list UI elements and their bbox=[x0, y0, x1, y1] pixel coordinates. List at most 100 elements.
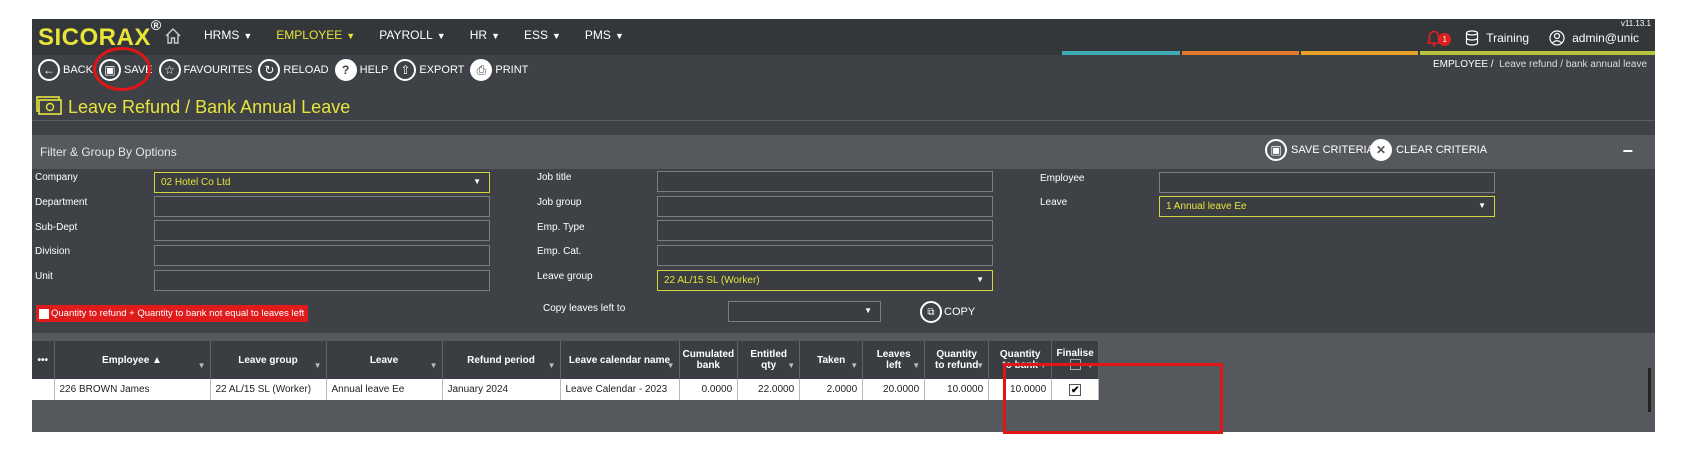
save-highlight-annotation bbox=[93, 47, 151, 91]
department-input[interactable] bbox=[154, 196, 490, 217]
database-selector[interactable]: Training bbox=[1465, 30, 1529, 46]
validation-warning: Quantity to refund + Quantity to bank no… bbox=[36, 305, 309, 322]
quantity-highlight-annotation bbox=[1003, 363, 1223, 434]
favourites-button[interactable]: ☆ FAVOURITES bbox=[158, 59, 252, 81]
home-icon[interactable] bbox=[163, 26, 183, 46]
arrow-left-icon: ← bbox=[38, 59, 60, 81]
column-refund-period[interactable]: Refund period ▼ bbox=[442, 341, 561, 379]
notification-badge: 1 bbox=[1438, 33, 1452, 46]
column-leave-group[interactable]: Leave group ▼ bbox=[210, 341, 327, 379]
color-stripe bbox=[1182, 51, 1299, 55]
back-button[interactable]: ← BACK bbox=[38, 59, 93, 81]
filter-header: Filter & Group By Options ▣ SAVE CRITERIA… bbox=[32, 135, 1655, 169]
filter-icon[interactable]: ▼ bbox=[548, 361, 556, 370]
cell-leave-group: 22 AL/15 SL (Worker) bbox=[210, 379, 327, 400]
caret-down-icon: ▼ bbox=[346, 31, 356, 41]
filter-icon[interactable]: ▼ bbox=[850, 361, 858, 370]
filter-icon[interactable]: ▼ bbox=[787, 361, 795, 370]
filter-icon[interactable]: ▼ bbox=[976, 361, 984, 370]
user-menu[interactable]: admin@unic bbox=[1549, 30, 1639, 46]
row-selector[interactable] bbox=[32, 379, 55, 400]
money-icon bbox=[36, 96, 62, 115]
color-stripe bbox=[1301, 51, 1418, 55]
filter-icon[interactable]: ▼ bbox=[198, 361, 206, 370]
label-job-title: Job title bbox=[537, 172, 572, 183]
job-group-input[interactable] bbox=[657, 196, 993, 217]
menu-payroll[interactable]: PAYROLL ▼ bbox=[379, 28, 446, 42]
leave-select[interactable]: 1 Annual leave Ee ▼ bbox=[1159, 196, 1495, 217]
notifications-button[interactable]: 1 bbox=[1423, 27, 1452, 49]
cell-leaves-left: 20.0000 bbox=[862, 379, 926, 400]
print-button[interactable]: ⎙ PRINT bbox=[470, 59, 528, 81]
dropdown-arrow-icon: ▼ bbox=[976, 275, 984, 284]
copy-button[interactable]: ⧉ COPY bbox=[920, 301, 975, 323]
star-icon: ☆ bbox=[158, 59, 181, 81]
export-button[interactable]: ⇧ EXPORT bbox=[394, 59, 464, 81]
label-subdept: Sub-Dept bbox=[35, 222, 78, 233]
caret-down-icon: ▼ bbox=[436, 31, 446, 41]
warning-checkbox[interactable] bbox=[39, 308, 49, 319]
column-qty-refund[interactable]: Quantity to refund ▼ bbox=[924, 341, 990, 379]
employee-input[interactable] bbox=[1159, 172, 1495, 193]
print-icon: ⎙ bbox=[470, 59, 493, 81]
label-copy-leaves: Copy leaves left to bbox=[543, 303, 626, 314]
cell-entitled-qty: 22.0000 bbox=[737, 379, 801, 400]
column-leave[interactable]: Leave ▼ bbox=[326, 341, 443, 379]
label-emp-type: Emp. Type bbox=[537, 222, 585, 233]
unit-input[interactable] bbox=[154, 270, 490, 291]
clear-criteria-button[interactable]: ✕ CLEAR CRITERIA bbox=[1370, 139, 1487, 161]
breadcrumb-root[interactable]: EMPLOYEE / bbox=[1433, 59, 1494, 70]
emp-type-input[interactable] bbox=[657, 220, 993, 241]
cell-qty-refund[interactable]: 10.0000 bbox=[924, 379, 990, 400]
subdept-input[interactable] bbox=[154, 220, 490, 241]
label-department: Department bbox=[35, 197, 88, 208]
grid-menu-button[interactable]: ••• bbox=[32, 341, 55, 379]
app-logo[interactable]: SICORAX® bbox=[38, 19, 162, 52]
main-menu: HRMS ▼ EMPLOYEE ▼ PAYROLL ▼ HR ▼ ESS ▼ PMS ▼ bbox=[204, 28, 648, 42]
column-employee[interactable]: Employee ▲ ▼ bbox=[54, 341, 211, 379]
caret-down-icon: ▼ bbox=[552, 31, 561, 41]
reload-button[interactable]: ↻ RELOAD bbox=[258, 59, 329, 81]
division-input[interactable] bbox=[154, 245, 490, 266]
app-window: SICORAX® HRMS ▼ EMPLOYEE ▼ PAYROLL ▼ HR ▼ ES… bbox=[32, 19, 1655, 432]
caret-down-icon: ▼ bbox=[491, 31, 500, 41]
column-cumulated-bank[interactable]: Cumulated bank bbox=[679, 341, 739, 379]
table-row[interactable]: 226 BROWN James 22 AL/15 SL (Worker) Ann… bbox=[32, 379, 1100, 400]
menu-hrms[interactable]: HRMS ▼ bbox=[204, 28, 252, 42]
cell-cumulated-bank: 0.0000 bbox=[679, 379, 739, 400]
filter-icon[interactable]: ▼ bbox=[430, 361, 438, 370]
filter-icon[interactable]: ▼ bbox=[314, 361, 322, 370]
filter-icon[interactable]: ▼ bbox=[912, 361, 920, 370]
label-job-group: Job group bbox=[537, 197, 582, 208]
column-taken[interactable]: Taken ▼ bbox=[799, 341, 864, 379]
save-icon: ▣ bbox=[1265, 139, 1287, 161]
company-select[interactable]: 02 Hotel Co Ltd ▼ bbox=[154, 172, 490, 193]
cell-taken: 2.0000 bbox=[799, 379, 864, 400]
leave-group-select[interactable]: 22 AL/15 SL (Worker) ▼ bbox=[657, 270, 993, 291]
label-leave: Leave bbox=[1040, 197, 1068, 208]
filter-icon[interactable]: ▼ bbox=[667, 361, 675, 370]
cell-employee: 226 BROWN James bbox=[54, 379, 211, 400]
menu-hr[interactable]: HR ▼ bbox=[470, 28, 500, 42]
cell-leave-calendar: Leave Calendar - 2023 bbox=[560, 379, 680, 400]
copy-leaves-select[interactable]: ▼ bbox=[728, 301, 881, 322]
column-leaves-left[interactable]: Leaves left ▼ bbox=[862, 341, 926, 379]
divider bbox=[32, 120, 1655, 121]
database-icon bbox=[1466, 30, 1479, 46]
top-right-tools: 1 Training admin@unic bbox=[1423, 23, 1645, 53]
color-stripe bbox=[1062, 51, 1180, 55]
caret-down-icon: ▼ bbox=[614, 31, 624, 41]
menu-pms[interactable]: PMS ▼ bbox=[585, 28, 624, 42]
emp-cat-input[interactable] bbox=[657, 245, 993, 266]
page-title: Leave Refund / Bank Annual Leave bbox=[68, 97, 351, 117]
collapse-button[interactable]: − bbox=[1622, 141, 1633, 162]
save-criteria-button[interactable]: ▣ SAVE CRITERIA bbox=[1265, 139, 1374, 161]
grid-scrollbar[interactable] bbox=[1648, 368, 1651, 412]
top-navigation-bar: SICORAX® HRMS ▼ EMPLOYEE ▼ PAYROLL ▼ HR ▼ ES… bbox=[32, 19, 1655, 55]
menu-employee[interactable]: EMPLOYEE ▼ bbox=[276, 28, 355, 42]
help-button[interactable]: ? HELP bbox=[334, 59, 388, 81]
column-entitled-qty[interactable]: Entitled qty ▼ bbox=[737, 341, 801, 379]
job-title-input[interactable] bbox=[657, 171, 993, 192]
menu-ess[interactable]: ESS ▼ bbox=[524, 28, 561, 42]
column-leave-calendar[interactable]: Leave calendar name ▼ bbox=[560, 341, 680, 379]
